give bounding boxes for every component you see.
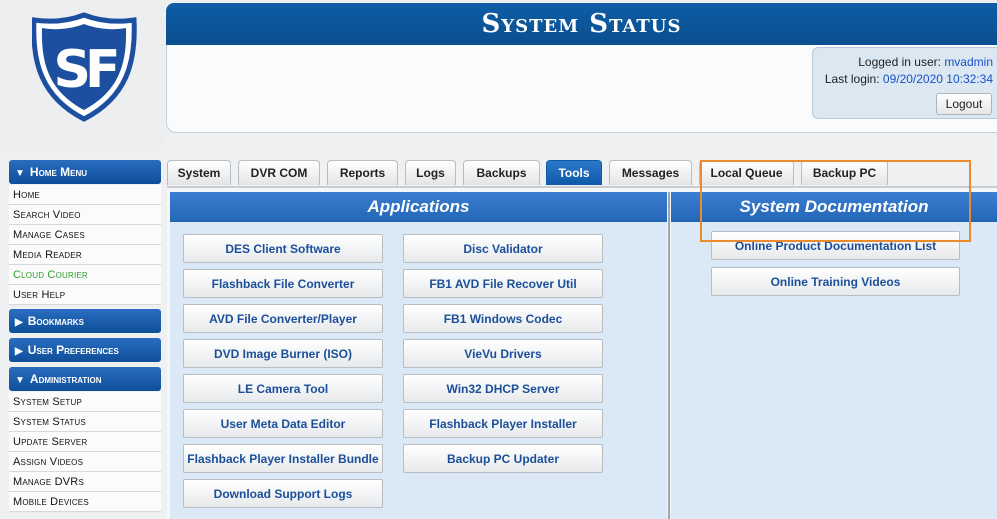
column-divider [668, 192, 670, 519]
tab-messages[interactable]: Messages [609, 160, 692, 185]
backup-pc-updater-button[interactable]: Backup PC Updater [403, 444, 603, 473]
fb1-avd-file-recover-button[interactable]: FB1 AVD File Recover Util [403, 269, 603, 298]
sidebar-item-home[interactable]: Home [9, 185, 161, 205]
sidebar-item-system-status[interactable]: System Status [9, 412, 161, 432]
last-login-label: Last login: [824, 72, 880, 86]
user-preferences-header[interactable]: ▶ User Preferences [9, 338, 161, 362]
triangle-down-icon: ▼ [15, 168, 25, 179]
avd-file-converter-button[interactable]: AVD File Converter/Player [183, 304, 383, 333]
page-title: System Status [166, 3, 997, 45]
vievu-drivers-button[interactable]: VieVu Drivers [403, 339, 603, 368]
logged-in-label: Logged in user: [858, 55, 941, 69]
tab-dvr-com[interactable]: DVR COM [238, 160, 320, 185]
sidebar-item-manage-dvrs[interactable]: Manage DVRs [9, 472, 161, 492]
applications-panel [170, 222, 667, 519]
triangle-down-icon: ▼ [15, 375, 25, 386]
tab-local-queue[interactable]: Local Queue [699, 160, 794, 185]
logged-in-user: mvadmin [944, 55, 993, 69]
tab-backup-pc[interactable]: Backup PC [801, 160, 888, 185]
des-client-software-button[interactable]: DES Client Software [183, 234, 383, 263]
sidebar-item-cloud-courier[interactable]: Cloud Courier [9, 265, 161, 285]
triangle-right-icon: ▶ [15, 346, 23, 357]
tab-backups[interactable]: Backups [463, 160, 540, 185]
logout-button[interactable]: Logout [936, 93, 992, 115]
logo-area: SF [0, 0, 165, 150]
online-product-documentation-button[interactable]: Online Product Documentation List [711, 231, 960, 260]
sidebar-item-assign-videos[interactable]: Assign Videos [9, 452, 161, 472]
user-preferences-label: User Preferences [27, 343, 119, 357]
win32-dhcp-server-button[interactable]: Win32 DHCP Server [403, 374, 603, 403]
flashback-file-converter-button[interactable]: Flashback File Converter [183, 269, 383, 298]
sidebar-item-media-reader[interactable]: Media Reader [9, 245, 161, 265]
sidebar-item-search-video[interactable]: Search Video [9, 205, 161, 225]
last-login-value: 09/20/2020 10:32:34 [882, 72, 993, 86]
tab-logs[interactable]: Logs [405, 160, 456, 185]
sidebar-item-system-setup[interactable]: System Setup [9, 392, 161, 412]
administration-label: Administration [29, 372, 102, 386]
applications-heading: Applications [170, 192, 667, 222]
download-support-logs-button[interactable]: Download Support Logs [183, 479, 383, 508]
bookmarks-header[interactable]: ▶ Bookmarks [9, 309, 161, 333]
administration-header[interactable]: ▼ Administration [9, 367, 161, 391]
sidebar-item-manage-cases[interactable]: Manage Cases [9, 225, 161, 245]
home-menu-label: Home Menu [29, 165, 88, 179]
flashback-player-installer-bundle-button[interactable]: Flashback Player Installer Bundle [183, 444, 383, 473]
documentation-heading: System Documentation [671, 192, 997, 222]
tab-system[interactable]: System [167, 160, 231, 185]
disc-validator-button[interactable]: Disc Validator [403, 234, 603, 263]
sidebar-item-mobile-devices[interactable]: Mobile Devices [9, 492, 161, 512]
triangle-right-icon: ▶ [15, 317, 23, 328]
le-camera-tool-button[interactable]: LE Camera Tool [183, 374, 383, 403]
fb1-windows-codec-button[interactable]: FB1 Windows Codec [403, 304, 603, 333]
sidebar-item-user-help[interactable]: User Help [9, 285, 161, 305]
bookmarks-label: Bookmarks [27, 314, 84, 328]
dvd-image-burner-button[interactable]: DVD Image Burner (ISO) [183, 339, 383, 368]
sidebar: ▼ Home Menu Home Search Video Manage Case… [9, 160, 161, 512]
sidebar-item-update-server[interactable]: Update Server [9, 432, 161, 452]
tab-tools[interactable]: Tools [546, 160, 602, 185]
home-menu-header[interactable]: ▼ Home Menu [9, 160, 161, 184]
svg-text:SF: SF [54, 40, 117, 100]
flashback-player-installer-button[interactable]: Flashback Player Installer [403, 409, 603, 438]
user-meta-data-editor-button[interactable]: User Meta Data Editor [183, 409, 383, 438]
sf-shield-logo-icon: SF [32, 12, 137, 122]
online-training-videos-button[interactable]: Online Training Videos [711, 267, 960, 296]
tab-reports[interactable]: Reports [327, 160, 398, 185]
